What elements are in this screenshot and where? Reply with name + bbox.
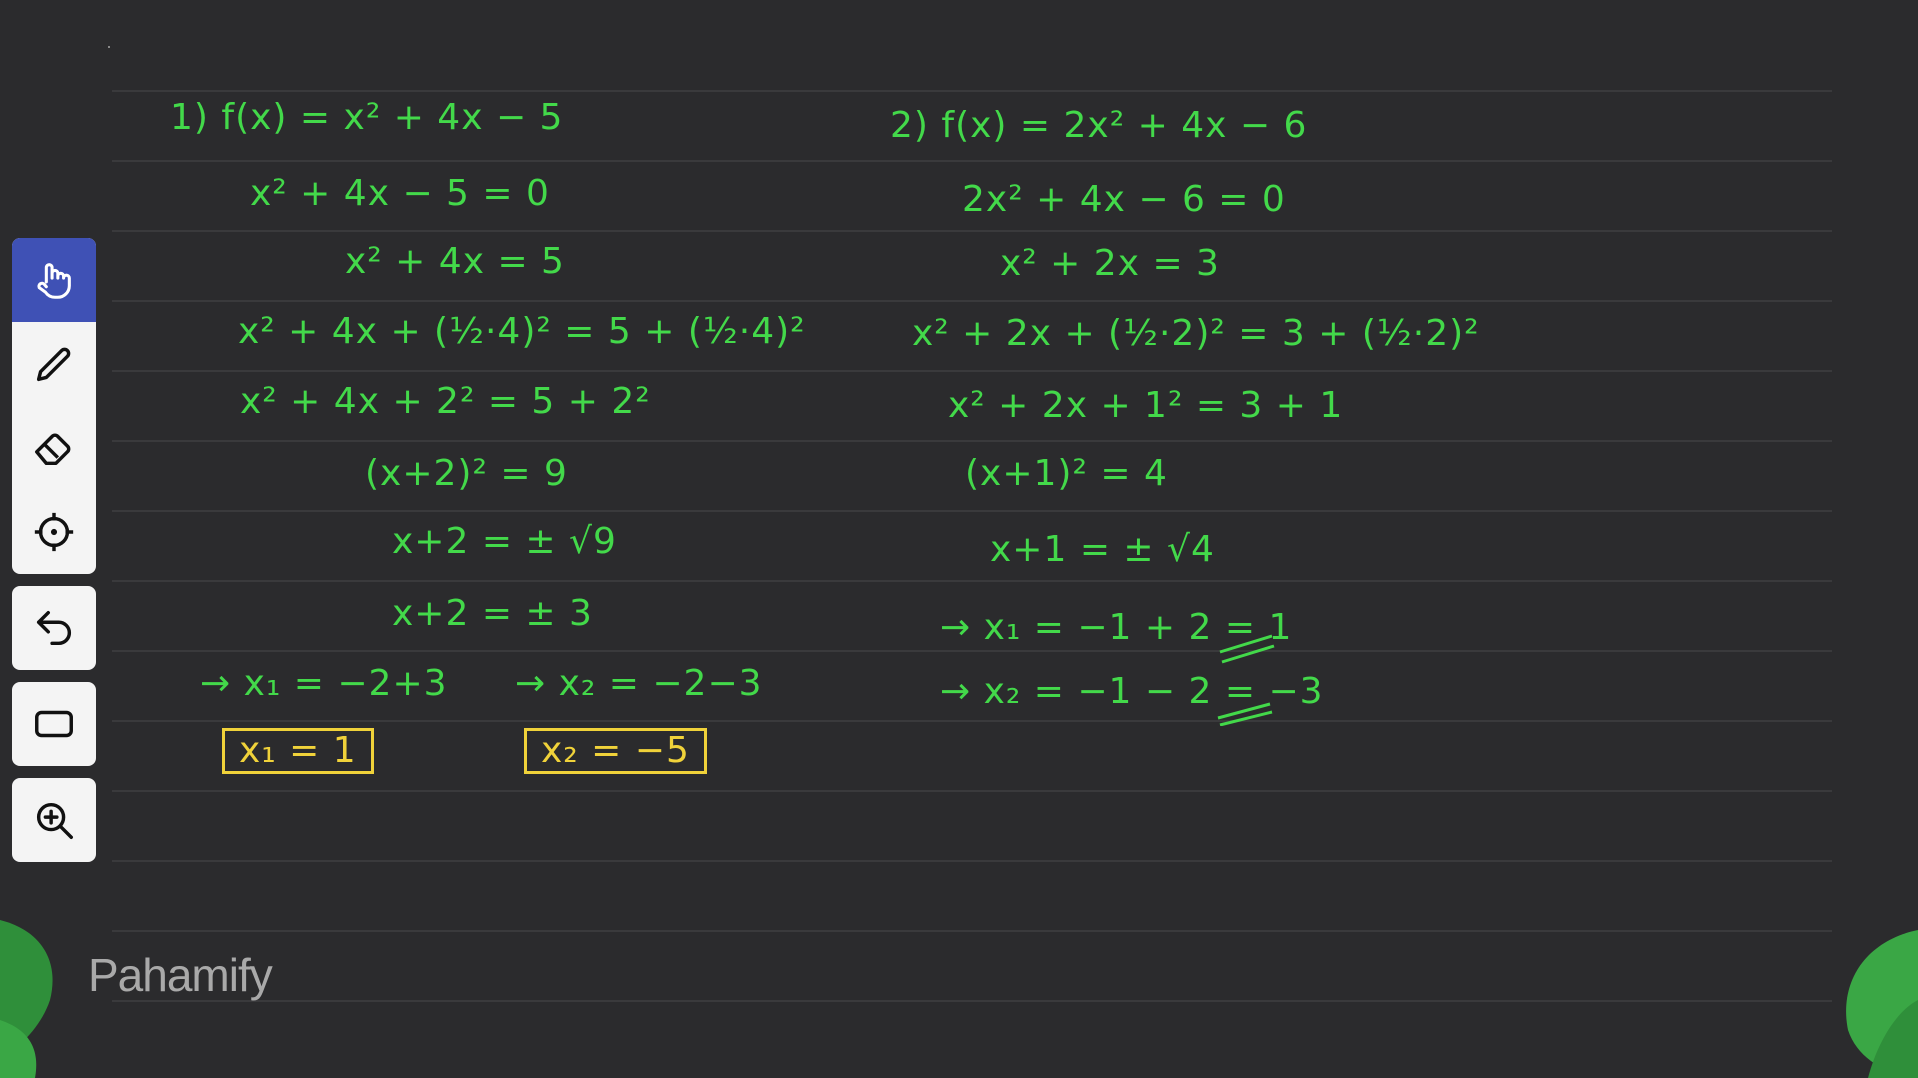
ruled-line [112,160,1832,162]
laser-pointer-button[interactable] [12,490,96,574]
ruled-line [112,720,1832,722]
ruled-line [112,230,1832,232]
zoom-in-icon [36,802,73,839]
ruled-line [112,510,1832,512]
ruled-line [112,440,1832,442]
left-line-8: x+2 = ± 3 [392,593,593,634]
canvas-dot [108,46,110,48]
answer-underline-marks [1217,634,1275,726]
shape-tool-button[interactable] [12,682,96,766]
left-answer-x1: x₁ = 1 [222,728,374,774]
ruled-line [112,930,1832,932]
ruled-line [112,860,1832,862]
ruled-line [112,790,1832,792]
left-line-4: x² + 4x + (½·4)² = 5 + (½·4)² [238,311,806,352]
drawing-toolbar [12,238,96,574]
leaf-decoration-right [1846,930,1918,1078]
left-answer-x2: x₂ = −5 [524,728,707,774]
left-line-2: x² + 4x − 5 = 0 [250,173,550,214]
zoom-in-button[interactable] [12,778,96,862]
hand-icon [37,263,71,299]
laser-pointer-icon [34,512,74,552]
right-line-7: x+1 = ± √4 [990,529,1215,570]
left-line-5: x² + 4x + 2² = 5 + 2² [240,381,651,422]
undo-icon [36,610,71,646]
whiteboard-canvas[interactable]: 1) f(x) = x² + 4x − 5 x² + 4x − 5 = 0 x²… [0,0,1918,1078]
left-line-9: → x₁ = −2+3 [200,663,448,704]
eraser-icon [35,433,71,466]
pen-tool-button[interactable] [12,322,96,406]
left-line-6: (x+2)² = 9 [365,453,568,494]
right-line-5: x² + 2x + 1² = 3 + 1 [948,385,1344,426]
pen-icon [36,347,71,382]
eraser-tool-button[interactable] [12,406,96,490]
rectangle-icon [35,710,73,738]
left-line-1: 1) f(x) = x² + 4x − 5 [170,97,564,138]
ruled-line [112,650,1832,652]
right-line-6: (x+1)² = 4 [965,453,1168,494]
hand-tool-button[interactable] [12,238,96,322]
undo-button[interactable] [12,586,96,670]
ruled-line [112,580,1832,582]
brand-logo: Pahamify [88,949,273,1001]
right-line-3: x² + 2x = 3 [1000,243,1220,284]
ruled-line [112,370,1832,372]
left-line-7: x+2 = ± √9 [392,521,617,562]
left-line-3: x² + 4x = 5 [345,241,565,282]
right-line-4: x² + 2x + (½·2)² = 3 + (½·2)² [912,313,1480,354]
ruled-line [112,300,1832,302]
left-line-10: → x₂ = −2−3 [515,663,763,704]
right-line-2: 2x² + 4x − 6 = 0 [962,179,1286,220]
ruled-line [112,1000,1832,1002]
ruled-line [112,90,1832,92]
right-line-1: 2) f(x) = 2x² + 4x − 6 [890,105,1308,146]
